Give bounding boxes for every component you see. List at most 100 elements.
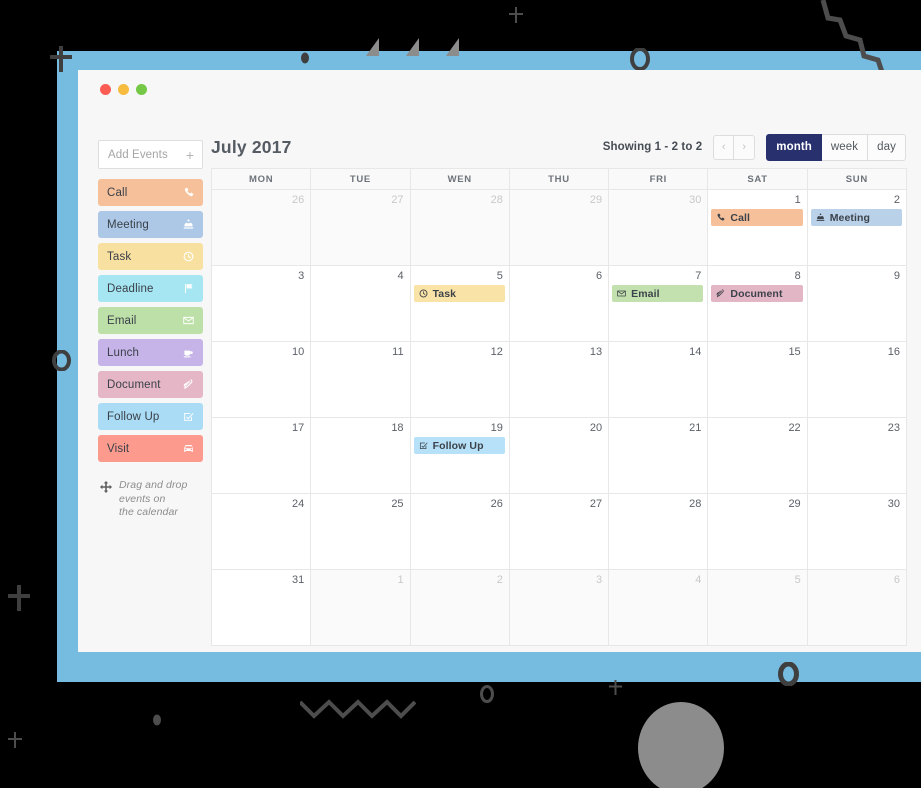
calendar-week-row: 17 18 19 Follow Up 20 21 22 23 [212,418,907,494]
day-header-wen: WEN [410,169,510,190]
calendar-event-follow-up[interactable]: Follow Up [413,437,505,454]
close-icon[interactable] [100,83,111,95]
calendar-day-cell[interactable]: 31 [212,570,312,646]
calendar-day-cell[interactable]: 19 Follow Up [410,418,510,494]
window-titlebar [78,70,921,108]
calendar-day-cell[interactable]: 1 [311,570,411,646]
calendar-event-label: Meeting [829,211,871,224]
calendar-day-cell[interactable]: 15 [708,342,808,418]
calendar-event-document[interactable]: Document [711,285,803,302]
day-number: 26 [490,498,503,510]
event-type-visit[interactable]: Visit [98,435,203,462]
calendar-day-cell[interactable]: 14 [609,342,709,418]
view-button-week[interactable]: week [821,133,869,161]
event-type-label: Meeting [107,218,149,231]
day-number: 30 [887,498,900,510]
event-type-lunch[interactable]: Lunch [98,339,203,366]
envelope-icon [183,315,194,326]
add-events-input[interactable]: Add Events + [98,140,203,169]
event-palette-sidebar: Add Events + Call Meeting Task Deadline Emai… [98,126,203,646]
plus-icon[interactable]: + [186,148,194,162]
calendar-day-cell[interactable]: 3 [509,570,610,646]
calendar-day-cell[interactable]: 22 [708,418,808,494]
ellipse-blob-deco [638,698,724,788]
calendar-day-cell[interactable]: 2 [410,570,510,646]
calendar-event-call[interactable]: Call [711,209,803,226]
calendar-day-cell[interactable]: 17 [212,418,312,494]
next-period-button[interactable]: › [734,134,756,160]
view-button-day[interactable]: day [868,133,906,161]
calendar-day-cell[interactable]: 8 Document [708,266,808,342]
move-arrows-icon [100,479,112,520]
calendar-day-cell[interactable]: 6 [509,266,610,342]
calendar-day-cell[interactable]: 7 Email [609,266,709,342]
calendar-event-label: Task [432,287,457,300]
event-type-call[interactable]: Call [98,179,203,206]
plus-deco-bottom-left [8,585,30,611]
calendar-day-cell[interactable]: 28 [410,190,510,266]
calendar-day-cell[interactable]: 29 [509,190,610,266]
event-type-task[interactable]: Task [98,243,203,270]
calendar-day-cell[interactable]: 5 Task [410,266,510,342]
calendar-day-cell[interactable]: 11 [311,342,411,418]
calendar-event-task[interactable]: Task [413,285,505,302]
calendar-day-cell[interactable]: 18 [311,418,411,494]
day-number: 31 [292,574,305,586]
drag-drop-hint-text: Drag and drop events on the calendar [119,479,187,520]
calendar-day-cell[interactable]: 21 [609,418,709,494]
calendar-day-cell[interactable]: 30 [807,494,907,570]
calendar-day-cell[interactable]: 24 [212,494,312,570]
day-number: 29 [788,498,801,510]
event-type-deadline[interactable]: Deadline [98,275,203,302]
calendar-day-cell[interactable]: 26 [212,190,312,266]
calendar-day-cell[interactable]: 16 [807,342,907,418]
calendar-day-cell[interactable]: 1 Call [708,190,808,266]
event-type-label: Deadline [107,282,154,295]
calendar-day-cell[interactable]: 25 [311,494,411,570]
calendar-event-meeting[interactable]: Meeting [810,209,902,226]
day-number: 13 [589,346,603,358]
day-number: 16 [887,346,900,358]
maximize-icon[interactable] [136,83,147,95]
day-number: 4 [397,270,404,282]
event-type-follow-up[interactable]: Follow Up [98,403,203,430]
view-switch-group: month week day [766,133,906,161]
calendar-event-email[interactable]: Email [612,285,704,302]
calendar-day-cell[interactable]: 5 [708,570,808,646]
day-number: 5 [496,270,503,282]
calendar-day-cell[interactable]: 27 [311,190,411,266]
calendar-day-cell[interactable]: 13 [509,342,610,418]
calendar-day-cell[interactable]: 6 [807,570,907,646]
prev-period-button[interactable]: ‹ [713,134,735,160]
calendar-day-cell[interactable]: 3 [212,266,312,342]
event-type-document[interactable]: Document [98,371,203,398]
day-header-sun: SUN [807,169,907,190]
day-number: 15 [788,346,801,358]
event-type-label: Task [107,250,132,263]
day-number: 21 [689,422,702,434]
calendar-day-cell[interactable]: 27 [509,494,610,570]
calendar-day-cell[interactable]: 4 [609,570,709,646]
calendar-day-cell[interactable]: 9 [807,266,907,342]
minimize-icon[interactable] [118,83,129,95]
day-number: 1 [397,574,404,586]
day-number: 9 [893,270,900,282]
plus-deco-bottom-mid [609,680,622,695]
event-type-meeting[interactable]: Meeting [98,211,203,238]
calendar-day-cell[interactable]: 12 [410,342,510,418]
calendar-week-row: 10 11 12 13 14 15 16 [212,342,907,418]
view-button-month[interactable]: month [766,133,822,161]
calendar-day-cell[interactable]: 4 [311,266,411,342]
day-header-thu: THU [509,169,610,190]
calendar-day-cell[interactable]: 2 Meeting [807,190,907,266]
event-type-label: Document [107,378,161,391]
calendar-event-label: Email [631,287,660,300]
calendar-day-cell[interactable]: 28 [609,494,709,570]
calendar-day-cell[interactable]: 30 [609,190,709,266]
calendar-day-cell[interactable]: 10 [212,342,312,418]
event-type-email[interactable]: Email [98,307,203,334]
calendar-day-cell[interactable]: 23 [807,418,907,494]
calendar-day-cell[interactable]: 20 [509,418,610,494]
calendar-day-cell[interactable]: 26 [410,494,510,570]
calendar-day-cell[interactable]: 29 [708,494,808,570]
